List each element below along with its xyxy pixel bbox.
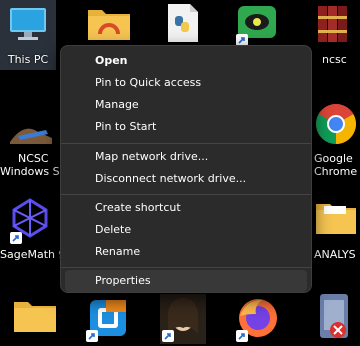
- menu-item-open[interactable]: Open: [65, 50, 307, 72]
- ncsc-windows-icon[interactable]: [8, 118, 54, 146]
- shortcut-arrow-icon: [86, 330, 98, 342]
- menu-item-rename[interactable]: Rename: [65, 241, 307, 263]
- menu-item-create-shortcut[interactable]: Create shortcut: [65, 197, 307, 219]
- shortcut-arrow-icon: [162, 330, 174, 342]
- shortcut-arrow-icon: [236, 330, 248, 342]
- menu-item-delete[interactable]: Delete: [65, 219, 307, 241]
- monitor-icon: [10, 8, 46, 40]
- ncsc-windows-label-2: Windows S: [0, 165, 60, 178]
- menu-item-manage[interactable]: Manage: [65, 94, 307, 116]
- context-menu: Open Pin to Quick access Manage Pin to S…: [60, 45, 312, 293]
- folder-icon[interactable]: [12, 298, 58, 334]
- this-pc-label: This PC: [7, 53, 49, 66]
- folder-icon[interactable]: [86, 4, 132, 42]
- menu-item-properties[interactable]: Properties: [65, 270, 307, 292]
- python-file-icon[interactable]: [166, 2, 200, 44]
- chrome-icon[interactable]: [314, 102, 358, 146]
- menu-separator: [61, 267, 311, 268]
- uninstaller-icon[interactable]: [314, 292, 354, 342]
- analys-label: ANALYS: [314, 248, 356, 261]
- menu-item-pin-to-start[interactable]: Pin to Start: [65, 116, 307, 138]
- menu-separator: [61, 143, 311, 144]
- chrome-label-2: Chrome: [314, 165, 358, 178]
- shortcut-arrow-icon: [10, 232, 22, 244]
- folder-icon[interactable]: [314, 200, 358, 236]
- ncsc-label: ncsc: [322, 53, 347, 66]
- menu-separator: [61, 194, 311, 195]
- menu-item-disconnect-network-drive[interactable]: Disconnect network drive...: [65, 168, 307, 190]
- sagemath-label: SageMath 9: [0, 248, 66, 261]
- books-icon[interactable]: [314, 2, 354, 46]
- menu-item-pin-quick-access[interactable]: Pin to Quick access: [65, 72, 307, 94]
- menu-item-map-network-drive[interactable]: Map network drive...: [65, 146, 307, 168]
